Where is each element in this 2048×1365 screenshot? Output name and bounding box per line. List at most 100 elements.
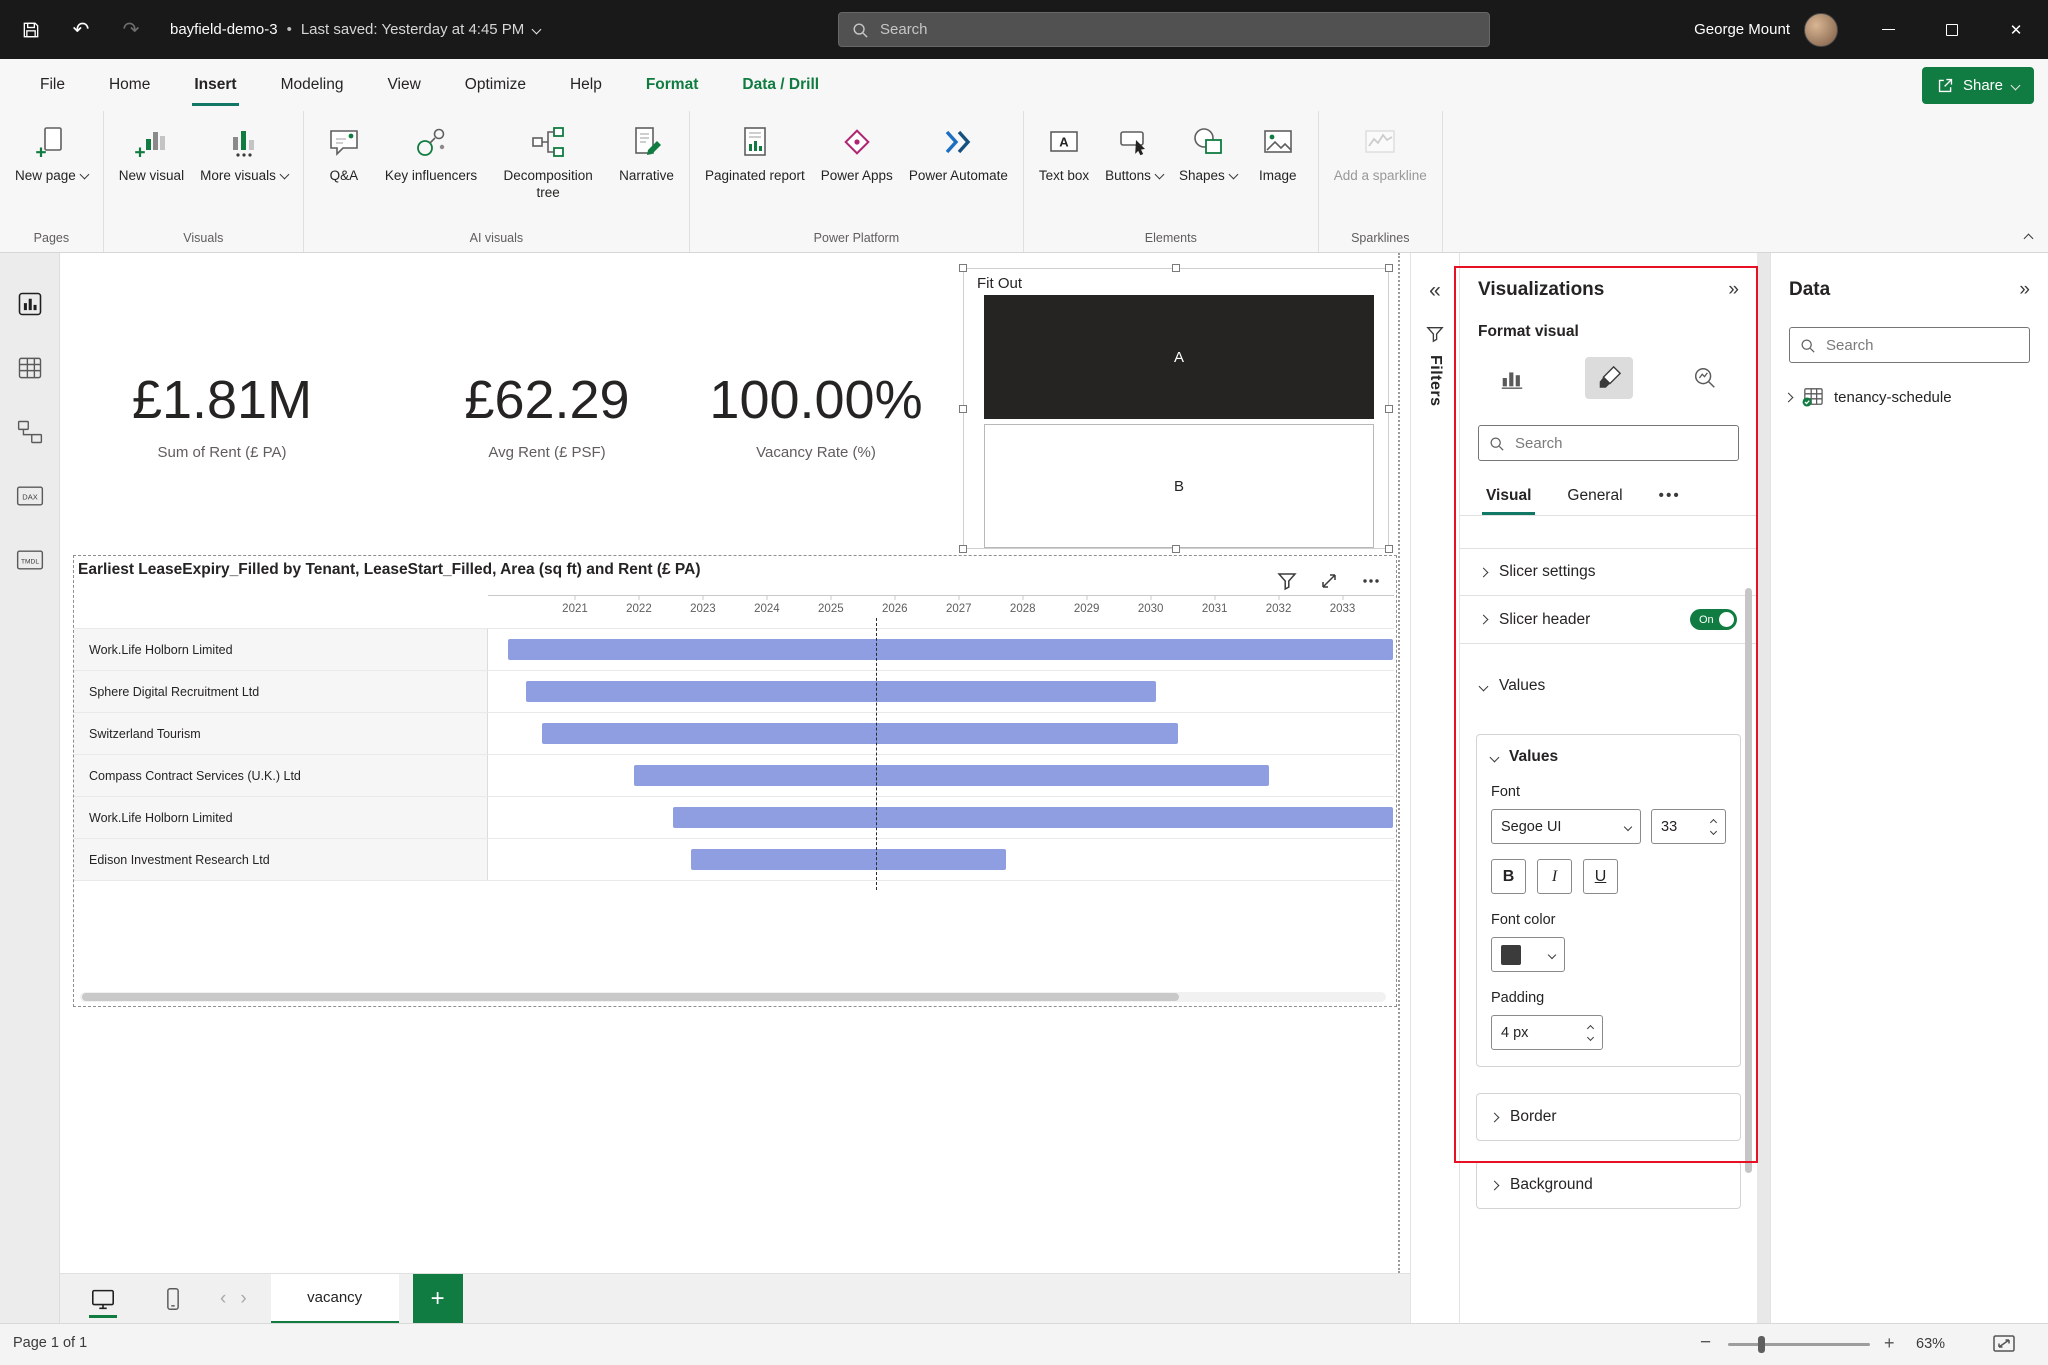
menu-insert[interactable]: Insert — [172, 59, 258, 111]
format-visual-icon[interactable] — [1585, 357, 1633, 399]
fit-to-page-icon[interactable] — [1992, 1333, 2016, 1355]
page-tab-vacancy[interactable]: vacancy — [271, 1274, 399, 1324]
image-button[interactable]: Image — [1246, 119, 1310, 189]
values-section-header[interactable]: Values — [1460, 662, 1757, 710]
zoom-slider-thumb[interactable] — [1758, 1336, 1765, 1353]
zoom-slider[interactable] — [1728, 1343, 1870, 1346]
kpi-vacancy-rate[interactable]: 100.00% Vacancy Rate (%) — [686, 369, 946, 461]
menu-format[interactable]: Format — [624, 59, 721, 111]
spinner-down-icon[interactable] — [1710, 827, 1717, 834]
background-section[interactable]: Background — [1476, 1161, 1741, 1209]
collapse-data-icon[interactable]: » — [2019, 279, 2030, 301]
menu-file[interactable]: File — [18, 59, 87, 111]
power-automate-button[interactable]: Power Automate — [902, 119, 1015, 189]
menu-home[interactable]: Home — [87, 59, 172, 111]
minimize-button[interactable] — [1856, 0, 1920, 59]
focus-mode-icon[interactable] — [1318, 570, 1340, 592]
font-family-dropdown[interactable]: Segoe UI — [1491, 809, 1641, 844]
slicer-header-toggle[interactable]: On — [1690, 609, 1737, 630]
global-search-input[interactable] — [878, 20, 1476, 39]
next-page-icon[interactable]: › — [240, 1288, 246, 1310]
more-format-tabs-icon[interactable]: ••• — [1659, 487, 1681, 515]
gantt-bar[interactable] — [542, 723, 1178, 744]
selection-handle[interactable] — [1172, 264, 1180, 272]
table-tenancy-schedule[interactable]: tenancy-schedule — [1785, 387, 2034, 407]
gantt-bar[interactable] — [673, 807, 1393, 828]
narrative-button[interactable]: Narrative — [612, 119, 681, 189]
zoom-in-icon[interactable]: + — [1884, 1333, 1895, 1354]
format-search[interactable] — [1478, 425, 1739, 461]
build-visual-icon[interactable] — [1488, 357, 1536, 399]
data-search[interactable] — [1789, 327, 2030, 363]
zoom-out-icon[interactable]: − — [1700, 1332, 1711, 1354]
title-chevron-icon[interactable] — [532, 25, 542, 35]
expand-filters-icon[interactable]: « — [1429, 279, 1441, 303]
collapse-ribbon-icon[interactable] — [2024, 234, 2034, 244]
selection-handle[interactable] — [1385, 264, 1393, 272]
kpi-avg-rent[interactable]: £62.29 Avg Rent (£ PSF) — [417, 369, 677, 461]
menu-modeling[interactable]: Modeling — [259, 59, 366, 111]
more-visuals-button[interactable]: More visuals — [193, 119, 295, 189]
table-view-icon[interactable] — [15, 353, 45, 383]
shapes-button[interactable]: Shapes — [1172, 119, 1244, 189]
fit-out-slicer[interactable]: Fit Out A B — [963, 268, 1389, 549]
gantt-bar[interactable] — [508, 639, 1393, 660]
dax-query-view-icon[interactable]: DAX — [15, 481, 45, 511]
document-title[interactable]: bayfield-demo-3 • Last saved: Yesterday … — [170, 21, 540, 38]
values-subsection-header[interactable]: Values — [1491, 748, 1726, 766]
model-view-icon[interactable] — [15, 417, 45, 447]
slicer-header-section[interactable]: Slicer header On — [1460, 596, 1757, 644]
bold-button[interactable]: B — [1491, 859, 1526, 894]
menu-data-drill[interactable]: Data / Drill — [720, 59, 841, 111]
tab-general[interactable]: General — [1567, 487, 1622, 515]
mobile-layout-icon[interactable] — [156, 1282, 190, 1316]
selection-handle[interactable] — [1385, 545, 1393, 553]
power-apps-button[interactable]: Power Apps — [814, 119, 900, 189]
padding-spinner[interactable]: 4 px — [1491, 1015, 1603, 1050]
report-view-icon[interactable] — [15, 289, 45, 319]
font-size-spinner[interactable]: 33 — [1651, 809, 1726, 844]
more-options-icon[interactable] — [1360, 570, 1382, 592]
menu-help[interactable]: Help — [548, 59, 624, 111]
decomposition-tree-button[interactable]: Decomposition tree — [486, 119, 610, 207]
selection-handle[interactable] — [1385, 405, 1393, 413]
close-button[interactable]: ✕ — [1984, 0, 2048, 59]
gantt-scrollbar[interactable] — [80, 992, 1386, 1002]
slicer-option-b[interactable]: B — [984, 424, 1374, 548]
spinner-up-icon[interactable] — [1587, 1024, 1594, 1031]
underline-button[interactable]: U — [1583, 859, 1618, 894]
gantt-bar[interactable] — [526, 681, 1156, 702]
gantt-visual[interactable]: Earliest LeaseExpiry_Filled by Tenant, L… — [73, 555, 1397, 1007]
key-influencers-button[interactable]: Key influencers — [378, 119, 484, 189]
selection-handle[interactable] — [959, 405, 967, 413]
selection-handle[interactable] — [959, 264, 967, 272]
slicer-option-a[interactable]: A — [984, 295, 1374, 419]
scrollbar-thumb[interactable] — [82, 993, 1179, 1001]
panel-scrollbar[interactable] — [1745, 588, 1752, 1173]
share-button[interactable]: Share — [1922, 67, 2034, 104]
italic-button[interactable]: I — [1537, 859, 1572, 894]
avatar[interactable] — [1804, 13, 1838, 47]
menu-view[interactable]: View — [365, 59, 442, 111]
save-icon[interactable] — [20, 19, 42, 41]
spinner-up-icon[interactable] — [1710, 818, 1717, 825]
new-visual-button[interactable]: New visual — [112, 119, 191, 189]
new-page-button[interactable]: New page — [8, 119, 95, 189]
border-section[interactable]: Border — [1476, 1093, 1741, 1141]
buttons-button[interactable]: Buttons — [1098, 119, 1170, 189]
redo-icon[interactable]: ↷ — [120, 19, 142, 41]
gantt-bar[interactable] — [634, 765, 1269, 786]
kpi-sum-of-rent[interactable]: £1.81M Sum of Rent (£ PA) — [92, 369, 352, 461]
filters-panel-collapsed[interactable]: « Filters — [1410, 253, 1459, 1323]
new-page-tab-button[interactable]: + — [413, 1274, 463, 1324]
slicer-settings-section[interactable]: Slicer settings — [1460, 548, 1757, 596]
spinner-down-icon[interactable] — [1587, 1033, 1594, 1040]
gantt-bar[interactable] — [691, 849, 1006, 870]
prev-page-icon[interactable]: ‹ — [220, 1288, 226, 1310]
data-search-input[interactable] — [1824, 336, 2027, 355]
desktop-layout-icon[interactable] — [86, 1282, 120, 1316]
paginated-report-button[interactable]: Paginated report — [698, 119, 812, 189]
format-search-input[interactable] — [1513, 434, 1728, 453]
tmdl-view-icon[interactable]: TMDL — [15, 545, 45, 575]
undo-icon[interactable]: ↶ — [70, 19, 92, 41]
